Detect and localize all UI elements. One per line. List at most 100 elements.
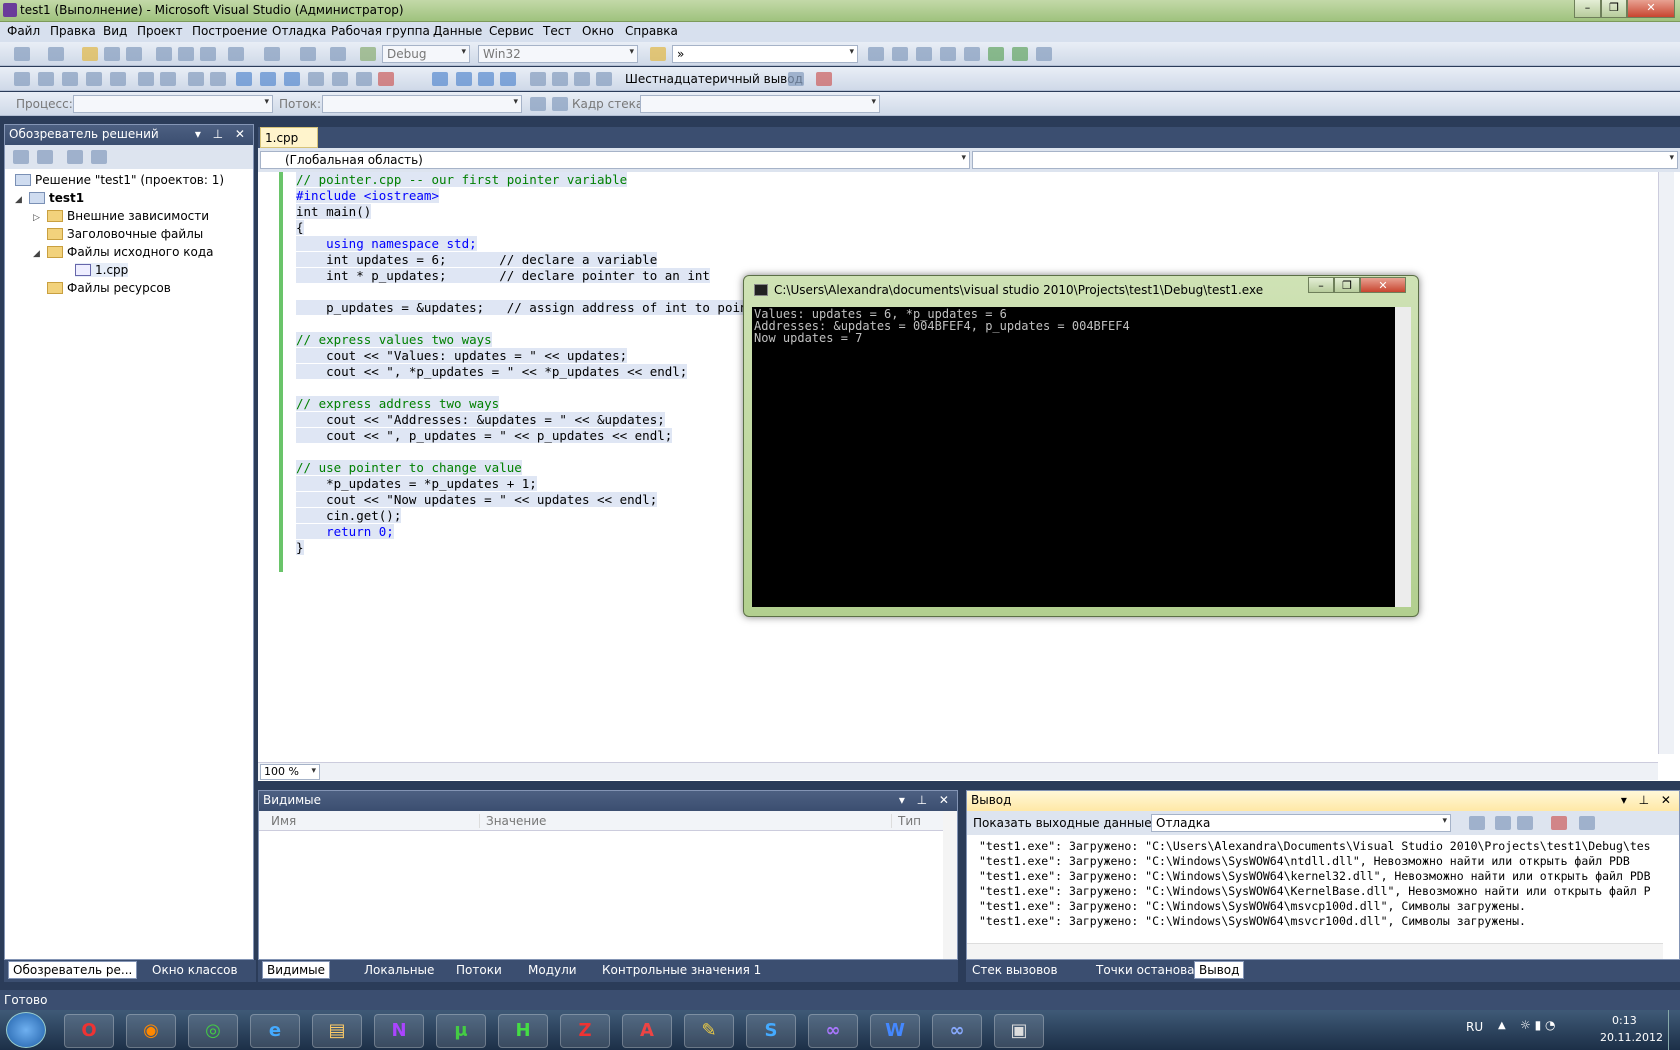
column-name[interactable]: Имя [271,814,296,828]
prev-bookmark-folder-icon[interactable] [308,72,324,86]
uncomment-icon[interactable] [210,72,226,86]
next-message-icon[interactable] [1517,816,1533,830]
panel-controls[interactable]: ▾ ⊥ ✕ [1621,793,1675,807]
skype-icon[interactable]: S [746,1014,796,1048]
prev-bookmark-doc-icon[interactable] [356,72,372,86]
redo-icon[interactable] [264,47,280,61]
show-next-statement-icon[interactable] [530,72,546,86]
clear-bookmarks-icon[interactable] [378,72,394,86]
object-browser-icon[interactable] [916,47,932,61]
console-window[interactable]: C:\Users\Alexandra\documents\visual stud… [743,275,1419,617]
start-button[interactable] [6,1012,46,1048]
stack-frame-select[interactable]: ▾ [640,95,880,113]
comment-icon[interactable] [188,72,204,86]
process-select[interactable]: ▾ [73,95,273,113]
thread-select[interactable]: ▾ [322,95,522,113]
tab-output[interactable]: Вывод [1194,961,1245,979]
vs-running-icon[interactable]: ∞ [932,1014,982,1048]
tab-breakpoints[interactable]: Точки останова [1096,963,1195,977]
new-project-icon[interactable] [14,47,30,61]
console-close-button[interactable]: ✕ [1360,277,1406,293]
hex-display-button[interactable]: Шестнадцатеричный вывод [625,72,803,86]
output-source-select[interactable]: Отладка ▾ [1151,814,1451,832]
onenote-icon[interactable]: N [374,1014,424,1048]
prev-bookmark-icon[interactable] [260,72,276,86]
tab-call-stack[interactable]: Стек вызовов [972,963,1058,977]
panel-controls[interactable]: ▾ ⊥ ✕ [899,793,953,807]
paste-icon[interactable] [200,47,216,61]
tab-watch-1[interactable]: Контрольные значения 1 [602,963,761,977]
start-page-icon[interactable] [988,47,1004,61]
step-over-icon[interactable] [574,72,590,86]
close-button[interactable]: ✕ [1627,0,1675,18]
member-list-icon[interactable] [110,72,126,86]
find-in-files-icon[interactable] [650,47,666,61]
internet-explorer-icon[interactable]: e [250,1014,300,1048]
platform-select[interactable]: Win32 ▾ [478,45,638,63]
indent-icon[interactable] [160,72,176,86]
start-debug-icon[interactable] [360,47,376,61]
parameter-info-icon[interactable] [62,72,78,86]
find-combo[interactable]: » ▾ [672,45,858,63]
opera-icon[interactable]: O [64,1014,114,1048]
minimize-button[interactable]: – [1574,0,1601,18]
visual-studio-taskbar-icon[interactable]: ∞ [808,1014,858,1048]
break-all-icon[interactable] [456,72,472,86]
menu-edit[interactable]: Правка [50,24,96,38]
navigate-back-icon[interactable] [300,47,316,61]
flag-icon[interactable] [530,97,546,111]
prev-message-icon[interactable] [1495,816,1511,830]
open-icon[interactable] [82,47,98,61]
save-icon[interactable] [104,47,120,61]
tree-item-external-deps[interactable]: ▷ Внешние зависимости [33,209,209,223]
menu-view[interactable]: Вид [103,24,127,38]
column-type[interactable]: Тип [891,814,921,828]
word-icon[interactable]: W [870,1014,920,1048]
clear-all-icon[interactable] [1551,816,1567,830]
show-desktop-button[interactable] [1668,1010,1680,1050]
console-maximize-button[interactable]: ❐ [1334,277,1360,293]
menu-test[interactable]: Тест [543,24,571,38]
menu-file[interactable]: Файл [7,24,40,38]
copy-icon[interactable] [178,47,194,61]
next-bookmark-icon[interactable] [284,72,300,86]
scope-select[interactable]: (Глобальная область) ▾ [260,151,970,169]
properties-icon[interactable] [892,47,908,61]
navigate-forward-icon[interactable] [330,47,346,61]
acrobat-icon[interactable]: A [622,1014,672,1048]
add-item-icon[interactable] [48,47,64,61]
pin-icon[interactable] [788,72,804,86]
extension-manager-icon[interactable] [964,47,980,61]
file-explorer-icon[interactable]: ▤ [312,1014,362,1048]
tab-modules[interactable]: Модули [528,963,577,977]
menu-data[interactable]: Данные [433,24,482,38]
solution-node[interactable]: Решение "test1" (проектов: 1) [15,173,224,187]
project-node[interactable]: ◢ test1 [15,191,84,205]
word-wrap-icon[interactable] [1579,816,1595,830]
tray-expand-icon[interactable]: ▲ [1498,1020,1506,1031]
continue-icon[interactable] [432,72,448,86]
menu-team[interactable]: Рабочая группа [331,24,430,38]
menu-tools[interactable]: Сервис [489,24,534,38]
show-all-files-icon[interactable] [37,150,53,164]
hamachi-icon[interactable]: H [498,1014,548,1048]
cut-icon[interactable] [156,47,172,61]
console-taskbar-icon[interactable]: ▣ [994,1014,1044,1048]
solution-explorer-icon[interactable] [868,47,884,61]
chrome-icon[interactable]: ◎ [188,1014,238,1048]
language-indicator[interactable]: RU [1466,1020,1483,1034]
flag-threads-icon[interactable] [552,97,568,111]
member-select[interactable]: ▾ [972,151,1678,169]
collapsed-arrow-icon[interactable]: ▷ [33,213,47,223]
zoom-select[interactable]: 100 % ▾ [260,764,320,780]
expanded-arrow-icon[interactable]: ◢ [33,249,47,259]
editor-vertical-scrollbar[interactable] [1658,172,1674,754]
menu-project[interactable]: Проект [137,24,183,38]
menu-window[interactable]: Окно [582,24,614,38]
undo-icon[interactable] [228,47,244,61]
properties-icon[interactable] [13,150,29,164]
tree-item-headers[interactable]: Заголовочные файлы [33,227,203,241]
output-horizontal-scrollbar[interactable] [967,943,1663,959]
step-into-icon[interactable] [552,72,568,86]
stop-debugging-icon[interactable] [478,72,494,86]
